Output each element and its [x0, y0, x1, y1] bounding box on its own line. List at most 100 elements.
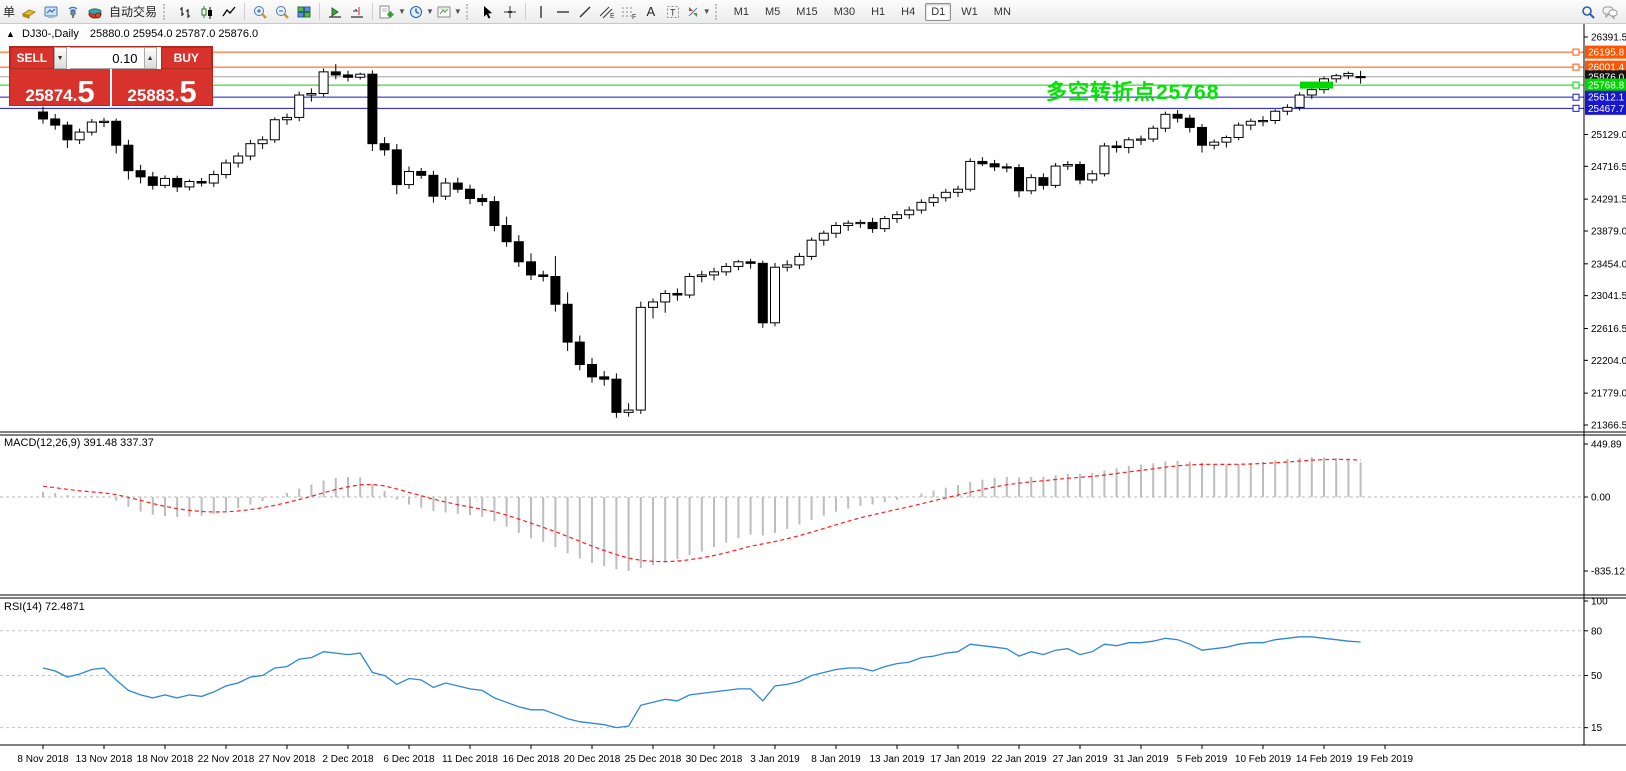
text-tool-icon[interactable]: A	[641, 2, 661, 22]
svg-text:23041.5: 23041.5	[1591, 291, 1626, 302]
candle-body	[868, 222, 877, 228]
chart-symbol-period: DJ30-,Daily	[22, 28, 79, 40]
candle-body	[307, 93, 316, 95]
tile-windows-icon[interactable]	[294, 2, 314, 22]
time-axis[interactable]: 8 Nov 201813 Nov 201818 Nov 201822 Nov 2…	[17, 745, 1413, 765]
add-indicator-icon[interactable]: ▼	[378, 2, 406, 22]
bars-chart-icon[interactable]	[175, 2, 195, 22]
timeframe-M1[interactable]: M1	[728, 3, 755, 21]
chat-icon[interactable]	[1600, 2, 1620, 22]
candle-body	[124, 145, 133, 170]
buy-button[interactable]: BUY	[161, 47, 212, 69]
candle-body	[39, 112, 48, 119]
new-order-icon[interactable]	[19, 2, 39, 22]
candle-body	[795, 256, 804, 264]
candle-body	[1210, 142, 1219, 145]
autotrading-icon[interactable]	[85, 2, 105, 22]
volume-control: ▼ 0.10 ▲	[54, 47, 157, 69]
timeframe-M30[interactable]: M30	[828, 3, 861, 21]
candle-body	[966, 161, 975, 189]
channel-letter: E	[610, 13, 615, 20]
autotrading-label[interactable]: 自动交易	[109, 3, 157, 20]
candle-body	[63, 125, 72, 140]
svg-text:23879.0: 23879.0	[1591, 227, 1626, 238]
candle-body	[222, 163, 231, 175]
timeframe-H4[interactable]: H4	[895, 3, 921, 21]
level-lines-layer	[0, 52, 1584, 108]
candle-body	[746, 262, 755, 264]
svg-text:13 Jan 2019: 13 Jan 2019	[869, 754, 924, 765]
text-label-tool-icon[interactable]: T	[663, 2, 683, 22]
channel-tool-icon[interactable]: E	[597, 2, 617, 22]
candle-body	[697, 275, 706, 277]
line-chart-icon[interactable]	[219, 2, 239, 22]
candle-body	[112, 121, 121, 145]
macd-histogram-layer	[43, 457, 1361, 571]
candle-body	[502, 226, 511, 242]
crosshair-icon[interactable]	[500, 2, 520, 22]
svg-text:18 Nov 2018: 18 Nov 2018	[137, 754, 194, 765]
candle-body	[380, 144, 389, 150]
toolbar-separator	[525, 3, 526, 20]
timeframe-D1[interactable]: D1	[925, 3, 951, 21]
signal-icon[interactable]	[63, 2, 83, 22]
volume-decrease-button[interactable]: ▼	[54, 47, 67, 69]
candle-body	[527, 262, 536, 275]
candle-body	[1088, 174, 1097, 180]
candle-body	[356, 74, 365, 77]
template-icon[interactable]: ▼	[436, 2, 462, 22]
candle-body	[1198, 127, 1207, 145]
volume-increase-button[interactable]: ▲	[144, 47, 157, 69]
trendline-tool-icon[interactable]	[575, 2, 595, 22]
period-icon[interactable]: ▼	[408, 2, 434, 22]
candle-body	[392, 150, 401, 185]
zoom-out-icon[interactable]	[272, 2, 292, 22]
timeframe-M5[interactable]: M5	[759, 3, 786, 21]
svg-text:21779.0: 21779.0	[1591, 389, 1626, 400]
horizontal-line-tool-icon[interactable]	[553, 2, 573, 22]
chart-autoscroll-icon[interactable]	[325, 2, 345, 22]
candle-body	[1185, 118, 1194, 127]
toolbar-grip	[466, 4, 472, 20]
arrows-tool-icon[interactable]: ▼	[685, 2, 711, 22]
candles-chart-icon[interactable]	[197, 2, 217, 22]
svg-text:19 Feb 2019: 19 Feb 2019	[1357, 754, 1414, 765]
toolbar-grip	[715, 4, 721, 20]
fibonacci-tool-icon[interactable]: F	[619, 2, 639, 22]
candle-body	[758, 263, 767, 322]
chart-canvas[interactable]: 26391.525129.024716.524291.523879.023454…	[0, 24, 1626, 771]
candle-body	[771, 267, 780, 323]
candle-body	[1100, 146, 1109, 174]
timeframe-H1[interactable]: H1	[865, 3, 891, 21]
new-order-label-partial[interactable]: 单	[3, 3, 15, 20]
candle-body	[1112, 146, 1121, 148]
candle-body	[575, 342, 584, 364]
volume-input[interactable]: 0.10	[70, 47, 144, 69]
candle-body	[990, 164, 999, 167]
svg-text:8 Jan 2019: 8 Jan 2019	[811, 754, 861, 765]
candle-body	[978, 161, 987, 163]
timeframe-M15[interactable]: M15	[790, 3, 823, 21]
search-icon[interactable]	[1578, 2, 1598, 22]
svg-text:16 Dec 2018: 16 Dec 2018	[503, 754, 560, 765]
chart-shift-icon[interactable]	[347, 2, 367, 22]
svg-text:80: 80	[1591, 626, 1603, 637]
timeframe-toolbar: M1M5M15 M30H1H4D1W1MN	[726, 3, 1019, 21]
sell-button[interactable]: SELL	[10, 47, 54, 69]
terminal-icon[interactable]	[41, 2, 61, 22]
candle-body	[185, 182, 194, 187]
cursor-icon[interactable]	[478, 2, 498, 22]
candle-body	[51, 119, 60, 125]
collapse-arrow-icon[interactable]: ▲	[6, 29, 15, 39]
candle-body	[1063, 165, 1072, 167]
candle-body	[844, 223, 853, 225]
timeframe-MN[interactable]: MN	[988, 3, 1017, 21]
timeframe-W1[interactable]: W1	[955, 3, 984, 21]
zoom-in-icon[interactable]	[250, 2, 270, 22]
candle-body	[1356, 76, 1365, 77]
candle-body	[722, 266, 731, 271]
sell-price-button[interactable]: 25874 . 5	[10, 69, 112, 107]
buy-price-button[interactable]: 25883 . 5	[112, 69, 212, 107]
rsi-line	[43, 637, 1361, 728]
vertical-line-tool-icon[interactable]	[531, 2, 551, 22]
